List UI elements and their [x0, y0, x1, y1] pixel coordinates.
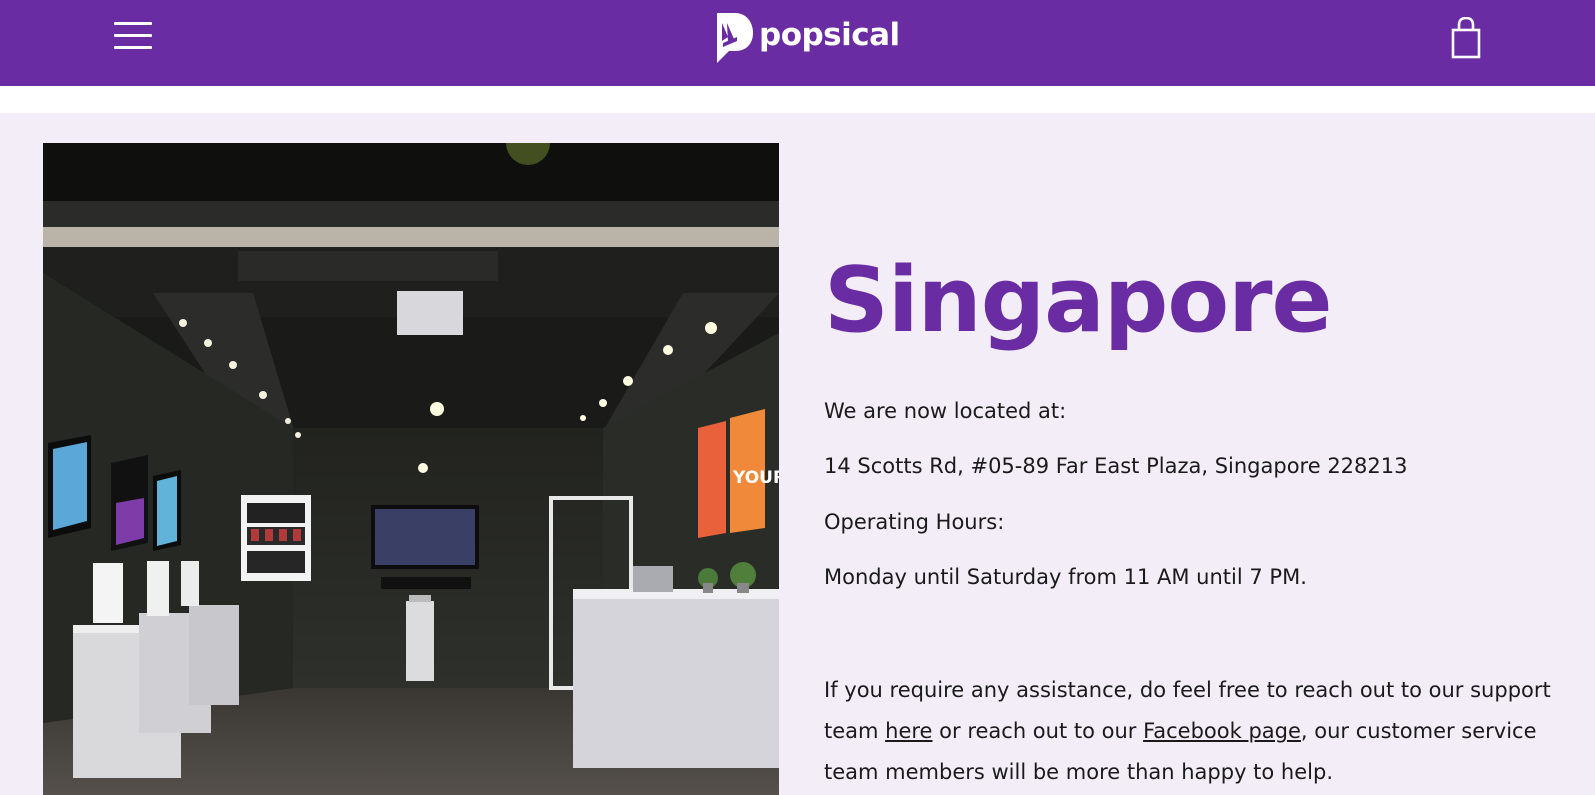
- store-interior-photo: YOUR: [43, 143, 779, 795]
- assistance-paragraph: If you require any assistance, do feel f…: [824, 670, 1564, 793]
- location-info: Singapore We are now located at: 14 Scot…: [824, 240, 1564, 784]
- popsical-logo[interactable]: popsical: [715, 11, 900, 63]
- brand-name: popsical: [759, 17, 900, 53]
- store-interior-illustration: YOUR: [43, 143, 779, 795]
- shopping-bag-icon[interactable]: [1450, 17, 1482, 59]
- operating-hours-label: Operating Hours:: [824, 510, 1005, 534]
- menu-line: [114, 46, 152, 49]
- page-title: Singapore: [824, 248, 1333, 353]
- support-team-link[interactable]: here: [885, 719, 932, 743]
- assistance-text: or reach out to our: [932, 719, 1144, 743]
- header-spacer: [0, 86, 1595, 113]
- popsical-logo-mark-icon: [717, 13, 753, 63]
- hamburger-menu-icon[interactable]: [114, 22, 152, 50]
- facebook-page-link[interactable]: Facebook page: [1143, 719, 1301, 743]
- poster-text: YOUR: [732, 468, 779, 488]
- location-intro: We are now located at:: [824, 399, 1067, 423]
- menu-line: [114, 34, 152, 37]
- store-address: 14 Scotts Rd, #05-89 Far East Plaza, Sin…: [824, 454, 1408, 478]
- operating-hours: Monday until Saturday from 11 AM until 7…: [824, 565, 1307, 589]
- top-navigation-bar: popsical: [0, 0, 1595, 86]
- menu-line: [114, 22, 152, 25]
